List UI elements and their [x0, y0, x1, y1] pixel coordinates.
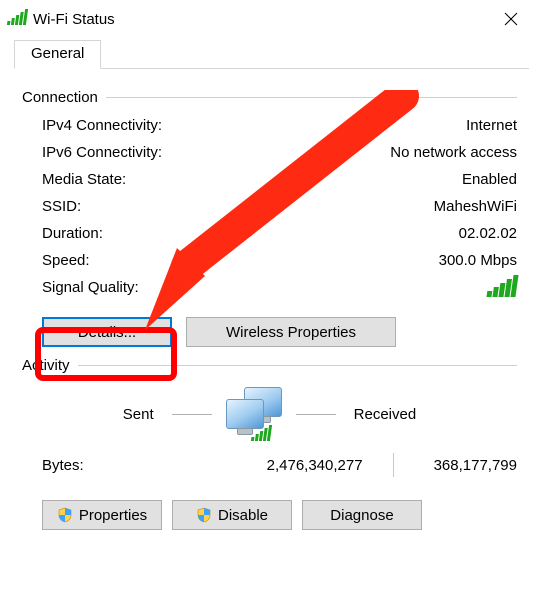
received-label: Received — [346, 406, 425, 423]
signal-bars-icon — [251, 425, 272, 441]
shield-icon — [196, 507, 212, 523]
duration-value: 02.02.02 — [459, 225, 517, 242]
divider — [172, 414, 212, 415]
ssid-value: MaheshWiFi — [434, 198, 517, 215]
disable-button-label: Disable — [218, 507, 268, 524]
bytes-sent-value: 2,476,340,277 — [267, 457, 363, 474]
signal-quality-value — [488, 275, 517, 301]
ipv6-connectivity-value: No network access — [390, 144, 517, 161]
divider — [296, 414, 336, 415]
ipv4-connectivity-label: IPv4 Connectivity: — [42, 117, 162, 134]
bytes-label: Bytes: — [42, 457, 84, 474]
properties-button-label: Properties — [79, 507, 147, 524]
duration-label: Duration: — [42, 225, 103, 242]
speed-value: 300.0 Mbps — [439, 252, 517, 269]
window-title: Wi-Fi Status — [33, 11, 115, 28]
bytes-received-value: 368,177,799 — [434, 457, 517, 474]
disable-button[interactable]: Disable — [172, 500, 292, 530]
signal-quality-label: Signal Quality: — [42, 279, 139, 296]
group-connection-label: Connection — [22, 89, 98, 106]
tab-general[interactable]: General — [14, 40, 101, 69]
details-button[interactable]: Details... — [42, 317, 172, 347]
wireless-properties-button[interactable]: Wireless Properties — [186, 317, 396, 347]
shield-icon — [57, 507, 73, 523]
media-state-label: Media State: — [42, 171, 126, 188]
ipv6-connectivity-label: IPv6 Connectivity: — [42, 144, 162, 161]
divider — [393, 453, 394, 477]
divider — [106, 97, 517, 98]
wifi-icon — [8, 9, 27, 29]
close-button[interactable] — [491, 4, 531, 34]
properties-button[interactable]: Properties — [42, 500, 162, 530]
group-activity-label: Activity — [22, 357, 70, 374]
signal-bars-icon — [486, 275, 518, 297]
media-state-value: Enabled — [462, 171, 517, 188]
close-icon — [504, 12, 518, 26]
network-activity-icon — [222, 387, 286, 441]
sent-label: Sent — [115, 406, 162, 423]
divider — [78, 365, 517, 366]
diagnose-button[interactable]: Diagnose — [302, 500, 422, 530]
ssid-label: SSID: — [42, 198, 81, 215]
speed-label: Speed: — [42, 252, 90, 269]
ipv4-connectivity-value: Internet — [466, 117, 517, 134]
